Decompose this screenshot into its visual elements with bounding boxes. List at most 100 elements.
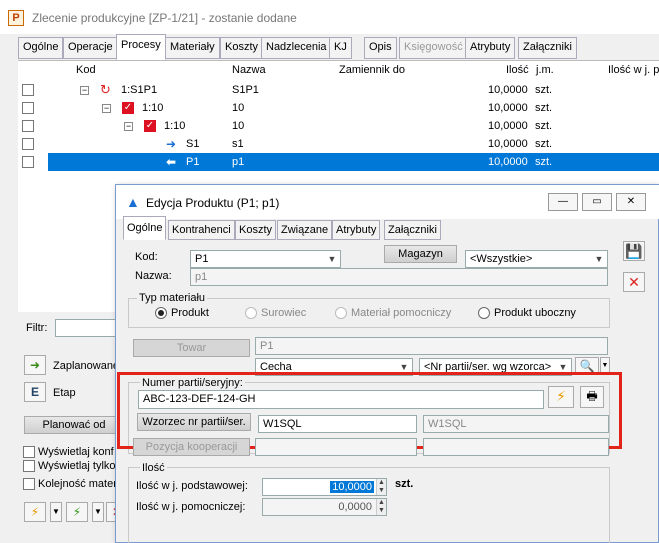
arrow-left-icon: ⬅ [166, 155, 177, 169]
arrow-right-icon: ➜ [166, 137, 177, 151]
radio-produkt-uboczny[interactable] [478, 307, 490, 319]
filter-input[interactable] [55, 319, 117, 337]
tab-nadzlecenia[interactable]: Nadzlecenia [261, 37, 332, 59]
tab-koszty[interactable]: Koszty [220, 37, 264, 59]
dialog-tab-zwiazane[interactable]: Związane [277, 220, 333, 240]
table-row[interactable]: − ✓ 1:10 10 10,0000 szt. [18, 99, 659, 117]
row-jm: szt. [535, 102, 553, 114]
table-row[interactable]: ⬅ P1 p1 10,0000 szt. [18, 153, 659, 171]
etap-label: Etap [53, 387, 76, 399]
checkbox-wyswietlaj-tylko[interactable] [23, 460, 35, 472]
tab-kj[interactable]: KJ [329, 37, 352, 59]
cancel-icon[interactable]: ✕ [623, 272, 645, 292]
column-header-ilosc[interactable]: Ilość [506, 64, 529, 76]
pozycja-kooperacji-field [255, 438, 417, 456]
typ-materialu-label: Typ materiału [137, 292, 208, 304]
checkbox-label: Wyświetlaj konf [38, 446, 114, 458]
cycle-icon: ↻ [100, 82, 111, 97]
maximize-button[interactable]: ▭ [582, 193, 612, 211]
close-button[interactable]: ✕ [616, 193, 646, 211]
checkbox-label: Wyświetlaj tylko [38, 460, 116, 472]
magazyn-select[interactable]: <Wszystkie> ▼ [465, 250, 608, 268]
kod-field[interactable]: P1 ▼ [190, 250, 341, 268]
radio-label: Produkt [171, 307, 209, 319]
row-checkbox[interactable] [22, 84, 34, 96]
row-nazwa: S1P1 [232, 84, 259, 96]
row-checkbox[interactable] [22, 120, 34, 132]
window-title: Zlecenie produkcyjne [ZP-1/21] - zostani… [32, 11, 297, 25]
spinner-icon[interactable]: ▲ ▼ [376, 499, 386, 515]
checkbox-label: Kolejność mater [38, 478, 117, 490]
tab-ogolne[interactable]: Ogólne [18, 37, 64, 59]
radio-surowiec [245, 307, 257, 319]
radio-label: Materiał pomocniczy [351, 307, 452, 319]
checkbox-wyswietlaj-konf[interactable] [23, 446, 35, 458]
spinner-icon[interactable]: ▲ ▼ [376, 479, 386, 495]
ilosc-pomoc-input[interactable]: 0,0000 ▲ ▼ [262, 498, 387, 516]
kod-value: P1 [195, 253, 209, 265]
dialog-tab-atrybuty[interactable]: Atrybuty [332, 220, 381, 240]
zaplanowane-label: Zaplanowane [53, 360, 120, 372]
row-nazwa: 10 [232, 102, 245, 114]
nazwa-label: Nazwa: [135, 270, 172, 282]
app-icon: P [8, 10, 24, 26]
row-ilosc: 10,0000 [488, 102, 528, 114]
dialog-tab-koszty[interactable]: Koszty [235, 220, 277, 240]
towar-field: P1 [255, 337, 608, 355]
lightning-green-icon[interactable]: ⚡ [66, 502, 88, 522]
column-header-nazwa[interactable]: Nazwa [232, 64, 266, 76]
row-jm: szt. [535, 84, 553, 96]
planowac-od-button[interactable]: Planować od [24, 416, 124, 434]
tab-ksiegowosc: Księgowość [399, 37, 468, 59]
column-header-zamiennik[interactable]: Zamiennik do [339, 64, 405, 76]
kod-label: Kod: [135, 251, 158, 263]
ilosc-podst-unit: szt. [395, 478, 414, 490]
row-kod: S1 [186, 138, 200, 150]
row-kod: 1:10 [164, 120, 186, 132]
ilosc-podst-label: Ilość w j. podstawowej: [136, 480, 248, 492]
magazyn-value: <Wszystkie> [470, 253, 533, 265]
checkbox-kolejnosc[interactable] [23, 478, 35, 490]
row-nazwa: p1 [232, 156, 245, 168]
arrow-right-icon[interactable]: ➜ [24, 355, 46, 375]
red-check-icon: ✓ [144, 120, 156, 132]
dialog-tab-ogolne[interactable]: Ogólne [123, 216, 167, 240]
nazwa-field[interactable]: p1 [190, 268, 608, 286]
tab-zalaczniki[interactable]: Załączniki [518, 37, 577, 59]
dialog-tab-zalaczniki[interactable]: Załączniki [384, 220, 441, 240]
minimize-button[interactable]: — [548, 193, 578, 211]
row-checkbox[interactable] [22, 156, 34, 168]
tab-procesy[interactable]: Procesy [116, 34, 166, 60]
row-ilosc: 10,0000 [488, 84, 528, 96]
chevron-down-icon[interactable]: ▼ [92, 502, 104, 522]
app-logo-icon: ▲ [126, 194, 140, 210]
table-row[interactable]: ➜ S1 s1 10,0000 szt. [18, 135, 659, 153]
dialog-tab-kontrahenci[interactable]: Kontrahenci [168, 220, 235, 240]
magazyn-button[interactable]: Magazyn [384, 245, 457, 263]
column-header-jm[interactable]: j.m. [536, 64, 554, 76]
table-row[interactable]: − ✓ 1:10 10 10,0000 szt. [18, 117, 659, 135]
table-row[interactable]: − ↻ 1:S1P1 S1P1 10,0000 szt. [18, 81, 659, 99]
collapse-icon[interactable]: − [102, 104, 111, 113]
row-checkbox[interactable] [22, 102, 34, 114]
column-header-kod[interactable]: Kod [76, 64, 96, 76]
tab-atrybuty[interactable]: Atrybuty [465, 37, 516, 59]
collapse-icon[interactable]: − [80, 86, 89, 95]
column-header-ilosc-jp[interactable]: Ilość w j. p [608, 64, 659, 76]
ilosc-pomoc-value: 0,0000 [338, 501, 372, 513]
radio-produkt[interactable] [155, 307, 167, 319]
tab-materialy[interactable]: Materiały [165, 37, 220, 59]
etap-icon[interactable]: E [24, 382, 46, 402]
collapse-icon[interactable]: − [124, 122, 133, 131]
radio-label: Surowiec [261, 307, 307, 319]
radio-label: Produkt uboczny [494, 307, 576, 319]
ilosc-group-label: Ilość [140, 462, 167, 474]
row-jm: szt. [535, 156, 553, 168]
ilosc-podst-input[interactable]: 10,0000 ▲ ▼ [262, 478, 387, 496]
chevron-down-icon[interactable]: ▼ [50, 502, 62, 522]
tab-operacje[interactable]: Operacje [63, 37, 118, 59]
save-icon[interactable]: 💾 [623, 241, 645, 261]
lightning-icon[interactable]: ⚡ [24, 502, 46, 522]
tab-opis[interactable]: Opis [364, 37, 397, 59]
row-checkbox[interactable] [22, 138, 34, 150]
